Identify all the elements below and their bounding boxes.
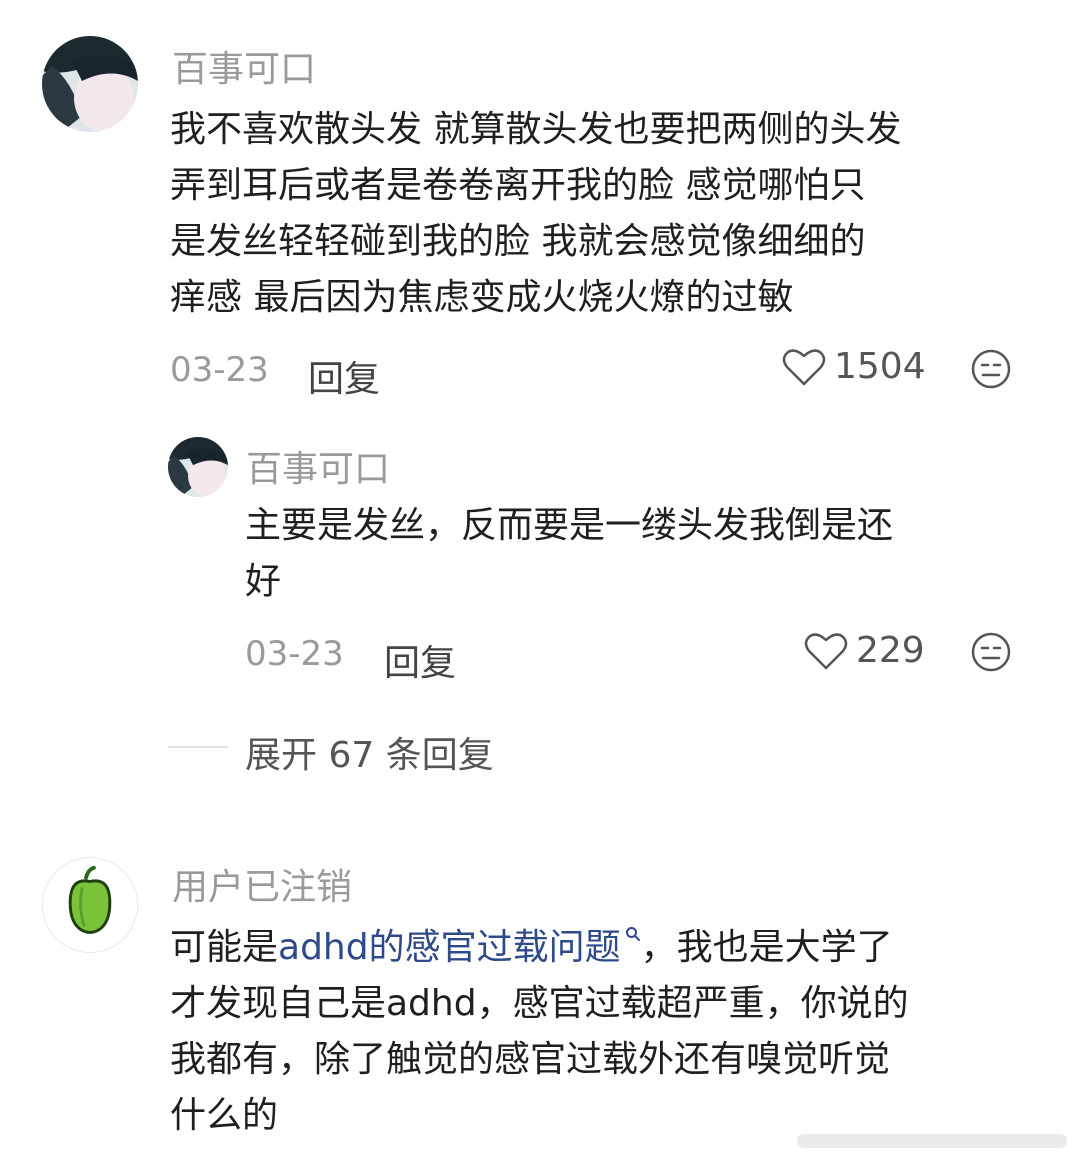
comment-line: 我不喜欢散头发 就算散头发也要把两侧的头发	[170, 109, 902, 150]
meh-face-icon	[971, 349, 1011, 389]
avatar[interactable]	[168, 437, 228, 497]
search-link-label: adhd的感官过载问题	[278, 927, 621, 968]
like-button[interactable]: 229	[804, 630, 925, 671]
reply-text: 主要是发丝，反而要是一缕头发我倒是还 好	[245, 498, 893, 610]
comment-text: 可能是adhd的感官过载问题 ，我也是大学了 才发现自己是adhd，感官过载超严重…	[170, 920, 909, 1144]
reply-date: 03-23	[245, 634, 344, 674]
comment-line: 才发现自己是adhd，感官过载超严重，你说的	[170, 983, 909, 1024]
green-pepper-icon	[43, 858, 137, 952]
avatar[interactable]	[42, 36, 138, 132]
reply-button[interactable]: 回复	[308, 350, 380, 402]
avatar[interactable]	[42, 857, 138, 953]
search-icon	[625, 927, 640, 941]
comment-username[interactable]: 用户已注销	[172, 858, 352, 910]
search-link[interactable]: adhd的感官过载问题	[278, 927, 641, 968]
reply-button[interactable]: 回复	[384, 634, 456, 686]
comment-username[interactable]: 百事可口	[172, 40, 316, 92]
comment-text-prefix: 可能是	[170, 927, 279, 968]
heart-icon	[804, 632, 848, 669]
like-count: 229	[856, 630, 925, 671]
avatar-image	[42, 36, 138, 132]
watermark	[797, 1134, 1067, 1148]
comment-line: 可能是adhd的感官过载问题 ，我也是大学了	[170, 920, 909, 976]
comment-text-suffix: ，我也是大学了	[640, 927, 893, 968]
comment-date: 03-23	[170, 350, 269, 390]
reply-line: 主要是发丝，反而要是一缕头发我倒是还	[245, 505, 894, 546]
heart-icon	[782, 348, 826, 385]
expand-replies-button[interactable]: 展开 67 条回复	[245, 726, 494, 778]
meh-face-icon	[971, 632, 1011, 672]
like-button[interactable]: 1504	[782, 346, 926, 387]
emoji-reaction-button[interactable]	[970, 348, 1012, 394]
comment-line: 痒感 最后因为焦虑变成火烧火燎的过敏	[170, 277, 794, 318]
comment-line: 我都有，除了触觉的感官过载外还有嗅觉听觉	[170, 1039, 891, 1080]
avatar-image	[168, 437, 228, 497]
like-count: 1504	[834, 346, 926, 387]
reply-username[interactable]: 百事可口	[246, 440, 390, 492]
expand-divider	[168, 746, 228, 748]
comment-line: 弄到耳后或者是卷卷离开我的脸 感觉哪怕只	[170, 165, 866, 206]
comment-line: 是发丝轻轻碰到我的脸 我就会感觉像细细的	[170, 221, 866, 262]
comment-text: 我不喜欢散头发 就算散头发也要把两侧的头发 弄到耳后或者是卷卷离开我的脸 感觉哪…	[170, 102, 901, 326]
emoji-reaction-button[interactable]	[970, 631, 1012, 677]
reply-line: 好	[245, 561, 282, 602]
